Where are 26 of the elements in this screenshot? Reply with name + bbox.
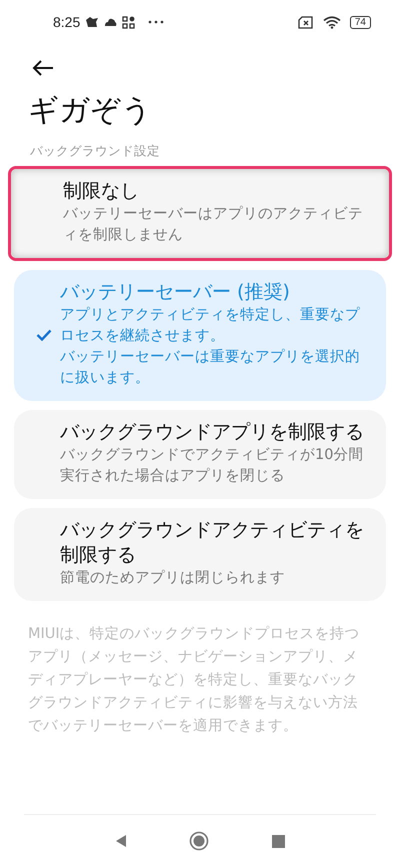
option-title: バッテリーセーバー (推奨)	[60, 280, 291, 305]
page-title: ギガぞう	[28, 92, 153, 130]
option-card[interactable]: 制限なし バッテリーセーバーはアプリのアクティビティを制限しません	[11, 169, 389, 258]
battery-indicator: 74	[350, 16, 371, 28]
footer-note: MIUIは、特定のバックグラウンドプロセスを持つアプリ（メッセージ、ナビゲーションアプリ、メディアプレーヤーなど）を特定し、重要なバックグラウンドアクティビティに影響を与えない方法でバッテリーセーバーを適用できます。	[28, 624, 360, 736]
cloud-icon	[104, 18, 118, 26]
option-title: バックグラウンドアプリを制限する	[60, 420, 365, 445]
no-sim-icon	[298, 16, 314, 28]
back-nav-icon[interactable]	[115, 834, 128, 848]
section-label: バックグラウンド設定	[30, 143, 161, 160]
option-description: バッテリーセーバーはアプリのアクティビティを制限しません	[63, 204, 364, 245]
option-card[interactable]: バックグラウンドアクティビティを制限する 節電のためアプリは閉じられます	[14, 508, 386, 601]
option-description: バッテリーセーバーは重要なアプリを選択的に扱います。	[60, 348, 361, 388]
recents-nav-icon[interactable]	[272, 834, 285, 848]
option-title: 制限なし	[63, 179, 140, 204]
more-icon	[148, 20, 164, 24]
option-title: バックグラウンドアクティビティを制限する	[60, 518, 365, 568]
option-description: アプリとアクティビティを特定し、重要なプロセスを継続させます。	[60, 306, 361, 346]
option-description: バックグラウンドでアクティビティが10分間実行された場合はアプリを閉じる	[60, 446, 364, 486]
check-icon	[36, 328, 52, 340]
wifi-icon	[322, 16, 341, 28]
status-time: 8:25	[53, 14, 80, 30]
option-description: 節電のためアプリは閉じられます	[60, 568, 286, 588]
option-card[interactable]: バックグラウンドアプリを制限する バックグラウンドでアクティビティが10分間実行された場合はアプリを閉じる	[14, 410, 386, 499]
home-nav-icon[interactable]	[189, 831, 210, 851]
apps-icon	[122, 16, 136, 28]
